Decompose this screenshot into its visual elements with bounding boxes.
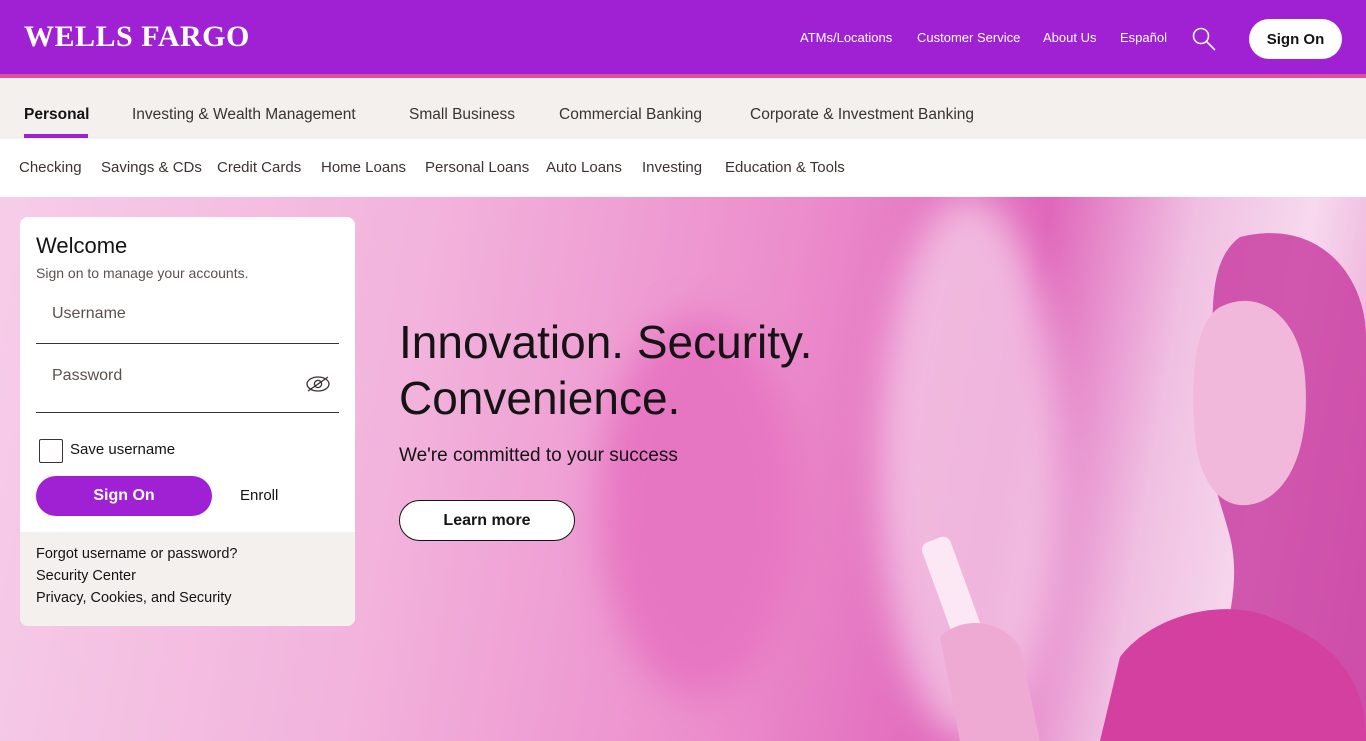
forgot-credentials-link[interactable]: Forgot username or password?	[36, 546, 238, 562]
primary-nav: Personal Investing & Wealth Management S…	[0, 78, 1366, 139]
password-placeholder: Password	[52, 367, 123, 384]
save-username-label[interactable]: Save username	[70, 441, 175, 458]
customer-service-link[interactable]: Customer Service	[917, 30, 1020, 45]
eye-slash-icon[interactable]	[305, 375, 331, 393]
tab-small-business[interactable]: Small Business	[409, 106, 515, 124]
about-us-link[interactable]: About Us	[1043, 30, 1096, 45]
card-footer: Forgot username or password? Security Ce…	[20, 532, 355, 626]
nav-personal-loans[interactable]: Personal Loans	[425, 159, 529, 176]
secondary-nav: Checking Savings & CDs Credit Cards Home…	[0, 139, 1366, 197]
tab-personal[interactable]: Personal	[24, 106, 89, 124]
privacy-cookies-security-link[interactable]: Privacy, Cookies, and Security	[36, 590, 232, 606]
nav-credit-cards[interactable]: Credit Cards	[217, 159, 301, 176]
atms-locations-link[interactable]: ATMs/Locations	[800, 30, 892, 45]
nav-checking[interactable]: Checking	[19, 159, 82, 176]
active-tab-indicator	[24, 134, 88, 138]
enroll-link[interactable]: Enroll	[240, 487, 278, 504]
header-sign-on-button[interactable]: Sign On	[1249, 19, 1342, 59]
security-center-link[interactable]: Security Center	[36, 568, 136, 584]
woman-with-phone-image	[921, 233, 1366, 741]
top-bar: WELLS FARGO ATMs/Locations Customer Serv…	[0, 0, 1366, 74]
nav-auto-loans[interactable]: Auto Loans	[546, 159, 622, 176]
wells-fargo-logo[interactable]: WELLS FARGO	[24, 20, 250, 54]
learn-more-button[interactable]: Learn more	[399, 500, 575, 541]
tab-investing-wealth[interactable]: Investing & Wealth Management	[132, 106, 356, 124]
tab-corporate-investment[interactable]: Corporate & Investment Banking	[750, 106, 974, 124]
hero-headline: Innovation. Security. Convenience.	[399, 314, 919, 426]
hero-subheadline: We're committed to your success	[399, 445, 678, 466]
nav-home-loans[interactable]: Home Loans	[321, 159, 406, 176]
username-placeholder: Username	[52, 305, 126, 322]
search-icon[interactable]	[1191, 26, 1217, 52]
nav-investing[interactable]: Investing	[642, 159, 702, 176]
tab-commercial-banking[interactable]: Commercial Banking	[559, 106, 702, 124]
sign-on-button[interactable]: Sign On	[36, 476, 212, 516]
espanol-link[interactable]: Español	[1120, 30, 1167, 45]
card-title: Welcome	[36, 233, 128, 258]
hero-headline-line-1: Innovation. Security.	[399, 316, 813, 368]
nav-education-tools[interactable]: Education & Tools	[725, 159, 845, 176]
save-username-checkbox[interactable]	[39, 439, 63, 463]
sign-on-card: Welcome Sign on to manage your accounts.…	[20, 217, 355, 626]
nav-savings-cds[interactable]: Savings & CDs	[101, 159, 202, 176]
card-subtitle: Sign on to manage your accounts.	[36, 265, 249, 281]
hero-headline-line-2: Convenience.	[399, 372, 681, 424]
